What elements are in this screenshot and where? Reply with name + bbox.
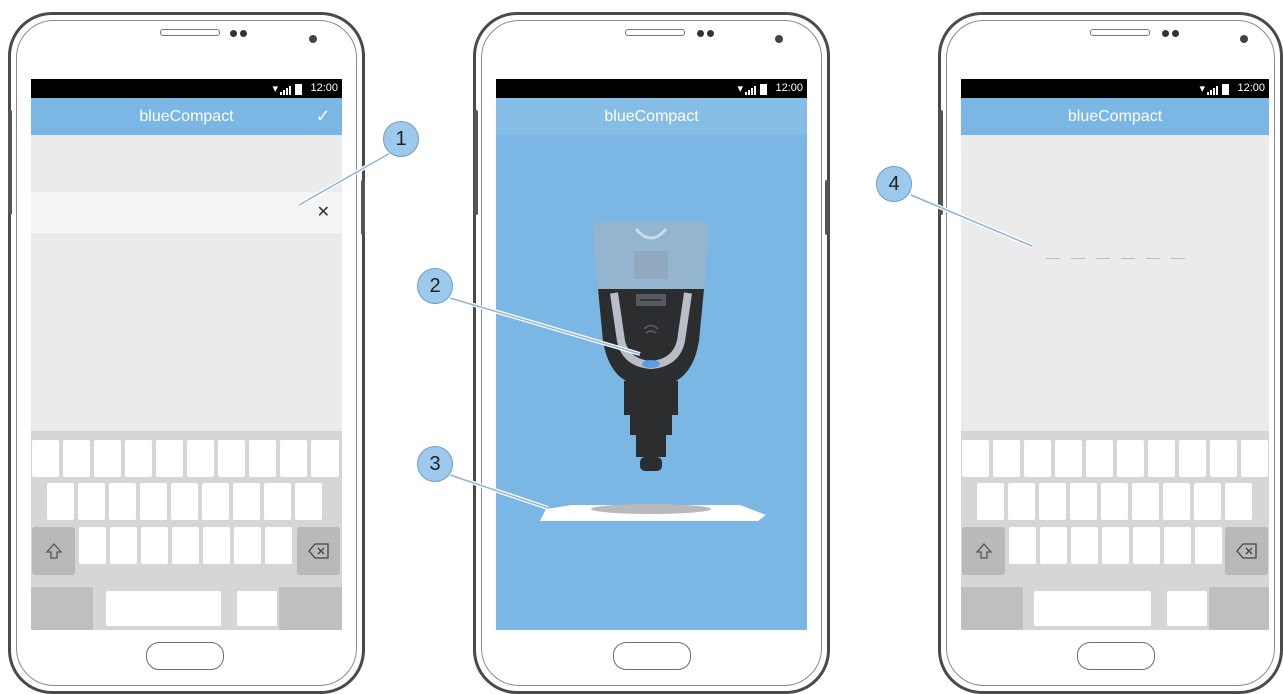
leader-lines [298, 150, 1033, 510]
callout-4: 4 [876, 166, 912, 202]
leader-line-3 [449, 474, 549, 509]
leader-line-4 [910, 194, 1033, 247]
callout-1: 1 [383, 121, 419, 157]
callout-2: 2 [417, 268, 453, 304]
leader-line-1 [298, 151, 393, 206]
callout-3: 3 [417, 446, 453, 482]
leader-line-2 [449, 297, 641, 355]
